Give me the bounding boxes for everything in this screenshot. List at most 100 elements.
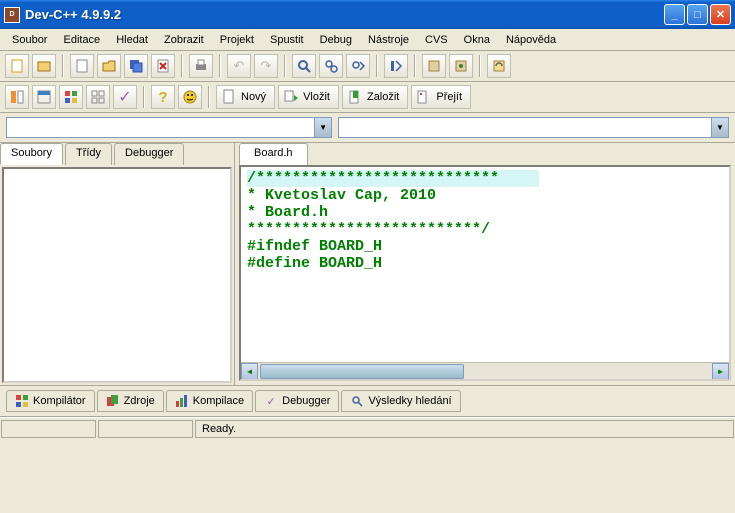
status-ready: Ready. (195, 420, 734, 438)
code-line: /*************************** (247, 170, 539, 187)
separator (143, 86, 145, 108)
files-icon (106, 394, 120, 408)
check-button[interactable]: ✓ (113, 85, 137, 109)
separator (284, 55, 286, 77)
code-line: #define BOARD_H (247, 255, 723, 272)
close-file-button[interactable] (151, 54, 175, 78)
left-panel: Soubory Třídy Debugger (0, 143, 235, 385)
compile-button[interactable] (422, 54, 446, 78)
separator (219, 55, 221, 77)
help-button[interactable]: ? (151, 85, 175, 109)
novy-button[interactable]: Nový (216, 85, 275, 109)
bottom-tabs: Kompilátor Zdroje Kompilace ✓Debugger Vý… (0, 385, 735, 417)
tab-tridy[interactable]: Třídy (65, 143, 112, 165)
toolbar-1: ↶ ↷ (0, 51, 735, 82)
scroll-right-button[interactable]: ▶ (712, 363, 729, 380)
prejit-button[interactable]: Přejít (411, 85, 471, 109)
code-line: **************************/ (247, 221, 723, 238)
zalozit-button[interactable]: Založit (342, 85, 408, 109)
maximize-button[interactable]: □ (687, 4, 708, 25)
panel-3-button[interactable] (59, 85, 83, 109)
menu-spustit[interactable]: Spustit (262, 31, 312, 49)
class-combo[interactable]: ▼ (6, 117, 332, 138)
menu-napoveda[interactable]: Nápověda (498, 31, 564, 49)
rebuild-button[interactable] (487, 54, 511, 78)
close-button[interactable]: ✕ (710, 4, 731, 25)
replace-button[interactable] (319, 54, 343, 78)
menu-soubor[interactable]: Soubor (4, 31, 55, 49)
menu-editace[interactable]: Editace (55, 31, 108, 49)
save-all-button[interactable] (124, 54, 148, 78)
tab-zdroje[interactable]: Zdroje (97, 390, 164, 412)
menu-nastroje[interactable]: Nástroje (360, 31, 417, 49)
chevron-down-icon[interactable]: ▼ (711, 118, 728, 137)
status-cell-2 (98, 420, 193, 438)
scroll-left-button[interactable]: ◀ (241, 363, 258, 380)
menu-cvs[interactable]: CVS (417, 31, 456, 49)
toolbar-2: ✓ ? Nový Vložit Založit Přejít (0, 82, 735, 113)
bookmark-icon (347, 89, 363, 105)
combo-row: ▼ ▼ (0, 113, 735, 143)
tab-kompilator[interactable]: Kompilátor (6, 390, 95, 412)
tab-debugger-bottom[interactable]: ✓Debugger (255, 390, 339, 412)
editor-tabs: Board.h (235, 143, 735, 165)
panel-1-button[interactable] (5, 85, 29, 109)
search-icon (350, 394, 364, 408)
separator (414, 55, 416, 77)
editor-tab-board[interactable]: Board.h (239, 143, 308, 165)
project-tree[interactable] (2, 167, 232, 383)
tab-debugger[interactable]: Debugger (114, 143, 184, 165)
new-file-button[interactable] (70, 54, 94, 78)
member-combo[interactable]: ▼ (338, 117, 729, 138)
statusbar: Ready. (0, 417, 735, 439)
vlozit-button[interactable]: Vložit (278, 85, 339, 109)
scroll-track[interactable] (258, 363, 712, 379)
open-button[interactable] (97, 54, 121, 78)
separator (376, 55, 378, 77)
new-project-button[interactable] (32, 54, 56, 78)
menu-zobrazit[interactable]: Zobrazit (156, 31, 212, 49)
tab-vysledky[interactable]: Výsledky hledání (341, 390, 460, 412)
tab-soubory[interactable]: Soubory (0, 143, 63, 165)
undo-button[interactable]: ↶ (227, 54, 251, 78)
menu-debug[interactable]: Debug (312, 31, 360, 49)
menubar: Soubor Editace Hledat Zobrazit Projekt S… (0, 29, 735, 51)
panel-2-button[interactable] (32, 85, 56, 109)
run-button[interactable] (449, 54, 473, 78)
menu-hledat[interactable]: Hledat (108, 31, 156, 49)
menu-okna[interactable]: Okna (456, 31, 498, 49)
horizontal-scrollbar[interactable]: ◀ ▶ (241, 362, 729, 379)
find-button[interactable] (292, 54, 316, 78)
separator (181, 55, 183, 77)
window-title: Dev-C++ 4.9.9.2 (25, 7, 664, 22)
minimize-button[interactable]: _ (664, 4, 685, 25)
insert-icon (283, 89, 299, 105)
main-area: Soubory Třídy Debugger Board.h /********… (0, 143, 735, 385)
grid-icon (15, 394, 29, 408)
window-controls: _ □ ✕ (664, 4, 731, 25)
print-button[interactable] (189, 54, 213, 78)
code-editor[interactable]: /*************************** * Kvetoslav… (239, 165, 731, 381)
chart-icon (175, 394, 189, 408)
separator (208, 86, 210, 108)
tab-kompilace[interactable]: Kompilace (166, 390, 253, 412)
left-tabs: Soubory Třídy Debugger (0, 143, 234, 165)
editor-panel: Board.h /*************************** * K… (235, 143, 735, 385)
app-icon: D (4, 7, 20, 23)
goto-icon (416, 89, 432, 105)
code-line: #ifndef BOARD_H (247, 238, 723, 255)
goto-line-button[interactable] (384, 54, 408, 78)
menu-projekt[interactable]: Projekt (212, 31, 262, 49)
separator (479, 55, 481, 77)
scroll-thumb[interactable] (260, 364, 464, 379)
status-cell-1 (1, 420, 96, 438)
code-line: * Kvetoslav Cap, 2010 (247, 187, 723, 204)
find-next-button[interactable] (346, 54, 370, 78)
panel-4-button[interactable] (86, 85, 110, 109)
chevron-down-icon[interactable]: ▼ (314, 118, 331, 137)
about-button[interactable] (178, 85, 202, 109)
redo-button[interactable]: ↷ (254, 54, 278, 78)
check-icon: ✓ (264, 394, 278, 408)
new-source-button[interactable] (5, 54, 29, 78)
code-line: * Board.h (247, 204, 723, 221)
